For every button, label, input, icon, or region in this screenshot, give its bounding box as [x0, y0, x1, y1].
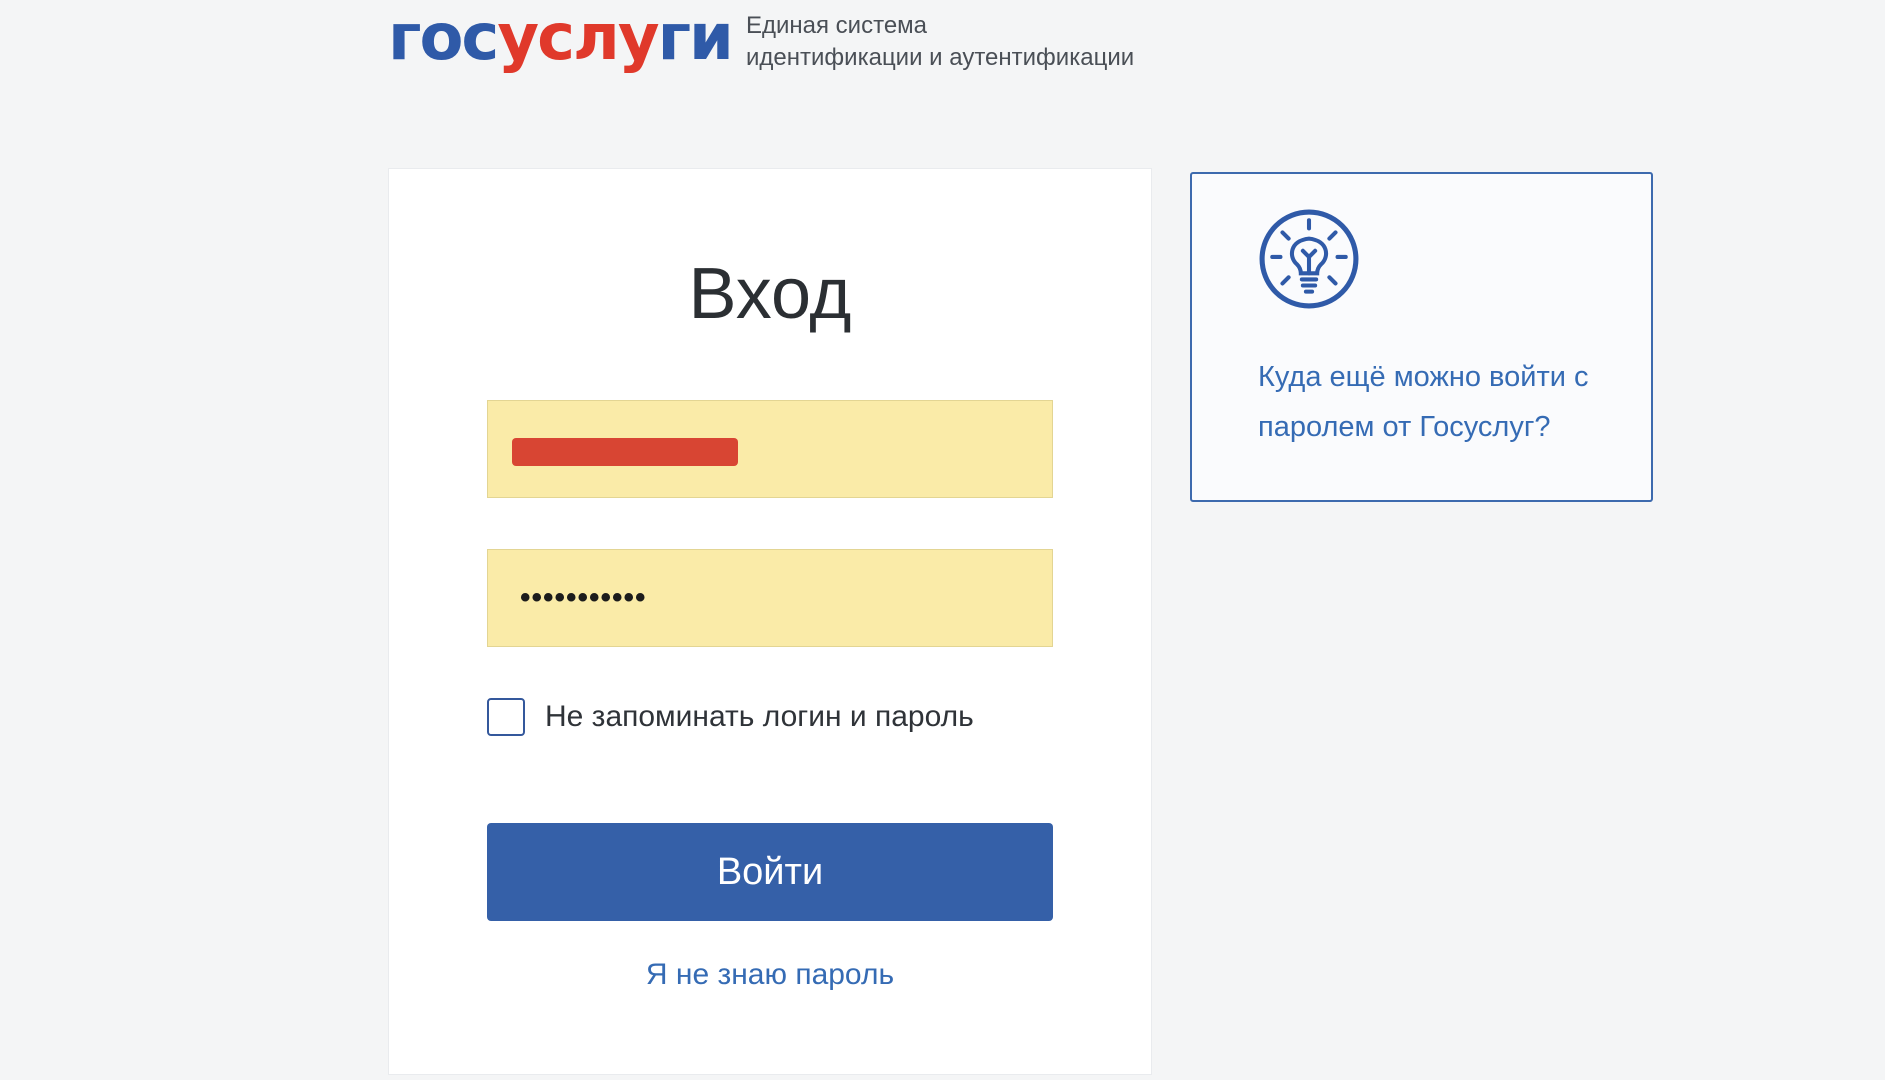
tagline-line-2: идентификации и аутентификации [746, 44, 1135, 71]
login-button[interactable]: Войти [487, 823, 1053, 921]
login-card: Вход ••••••••••• Не запоминать логин и п… [388, 168, 1152, 1075]
other-services-text[interactable]: Куда ещё можно войти с паролем от Госусл… [1258, 352, 1618, 452]
remember-row[interactable]: Не запоминать логин и пароль [487, 696, 974, 738]
password-masked-value: ••••••••••• [520, 581, 647, 614]
tagline-line-1: Единая система [746, 12, 928, 39]
forgot-password-link[interactable]: Я не знаю пароль [389, 958, 1151, 992]
redacted-login-value [512, 438, 738, 466]
password-input[interactable]: ••••••••••• [487, 549, 1053, 647]
system-tagline: Единая система идентификации и аутентифи… [746, 10, 1134, 74]
logo-part-gi: ги [657, 1, 734, 75]
login-input[interactable] [487, 400, 1053, 498]
logo-part-gos: гос [388, 1, 499, 75]
logo-part-uslu: услу [497, 1, 659, 75]
remember-label[interactable]: Не запоминать логин и пароль [545, 700, 974, 734]
login-title: Вход [688, 254, 852, 334]
header: госуслуги Единая система идентификации и… [388, 0, 1288, 90]
lightbulb-icon [1259, 209, 1359, 309]
remember-checkbox[interactable] [487, 698, 525, 736]
gosuslugi-logo[interactable]: госуслуги [388, 1, 734, 75]
other-services-info-box[interactable]: Куда ещё можно войти с паролем от Госусл… [1190, 172, 1653, 502]
